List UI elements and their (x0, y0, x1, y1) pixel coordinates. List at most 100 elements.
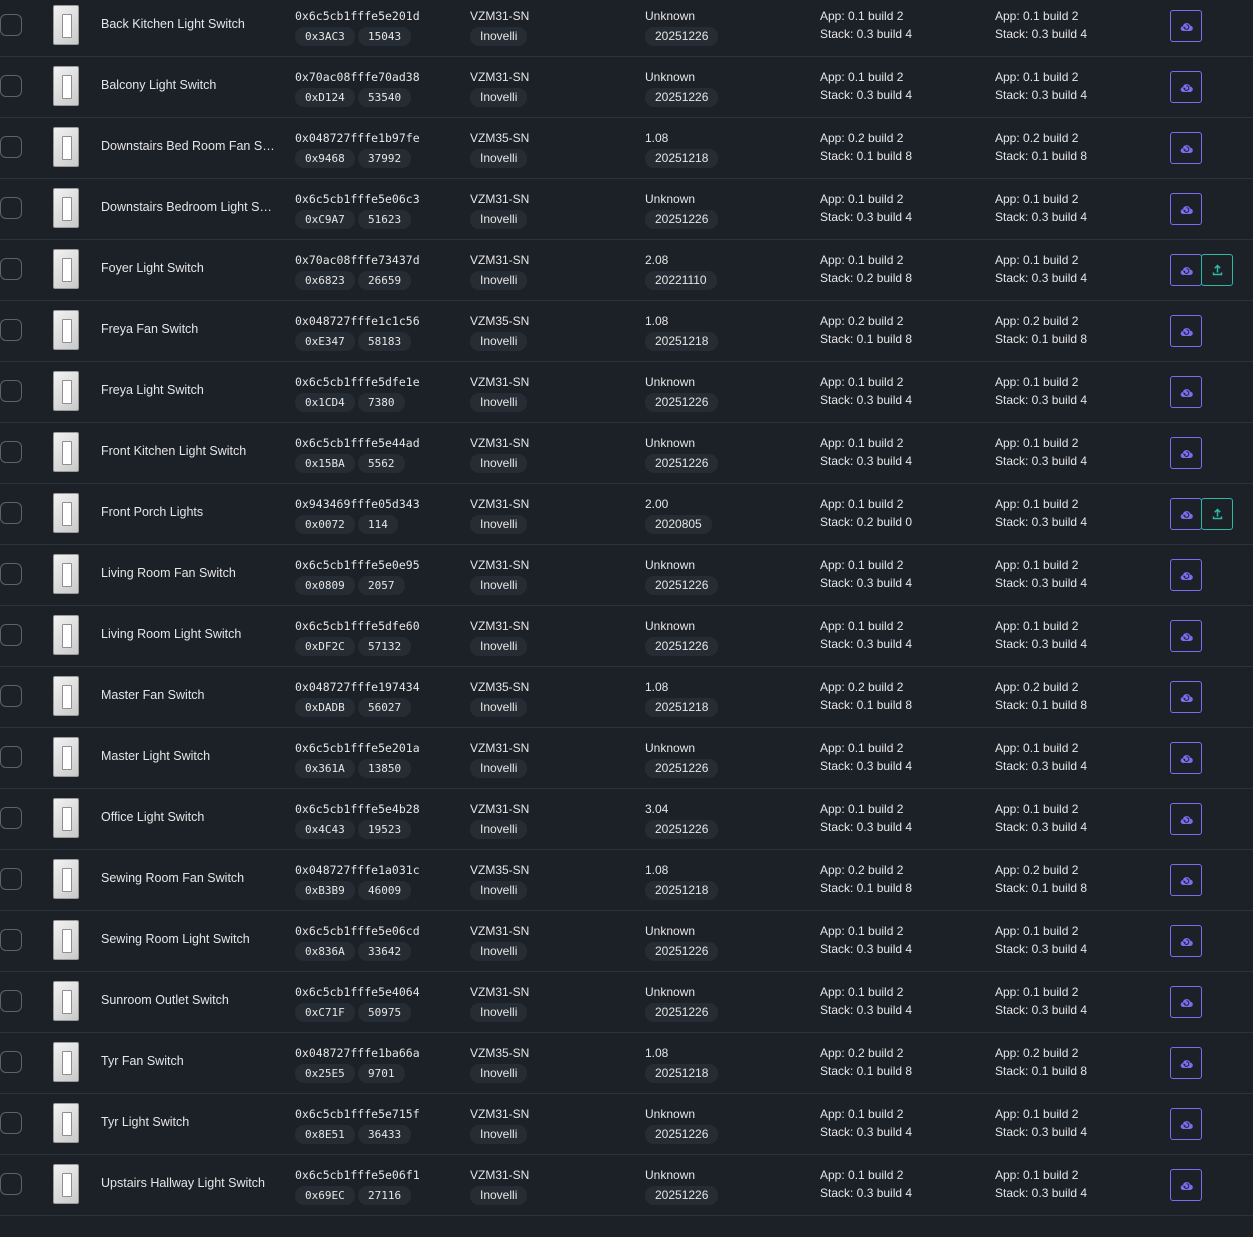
row-select-checkbox[interactable] (0, 197, 22, 219)
row-select-checkbox[interactable] (0, 136, 22, 158)
current-stack-version: Stack: 0.3 build 4 (820, 454, 913, 468)
network-address: 0xC9A7 (295, 210, 355, 229)
row-select-checkbox[interactable] (0, 75, 22, 97)
row-select-checkbox[interactable] (0, 1112, 22, 1134)
device-name[interactable]: Tyr Light Switch (101, 1115, 276, 1129)
row-select-checkbox[interactable] (0, 502, 22, 524)
ieee-address: 0x048727fffe1a031c (295, 863, 420, 877)
current-stack-version: Stack: 0.2 build 0 (820, 515, 913, 529)
check-update-button[interactable] (1170, 132, 1202, 164)
cloud-sync-icon (1180, 1059, 1193, 1068)
device-name[interactable]: Back Kitchen Light Switch (101, 17, 276, 31)
current-stack-version: Stack: 0.3 build 4 (820, 393, 913, 407)
check-update-button[interactable] (1170, 925, 1202, 957)
device-name[interactable]: Foyer Light Switch (101, 261, 276, 275)
firmware-version: 1.08 (645, 863, 669, 877)
light-switch-icon (53, 737, 79, 777)
device-name[interactable]: Freya Fan Switch (101, 322, 276, 336)
row-select-checkbox[interactable] (0, 624, 22, 646)
device-name[interactable]: Sunroom Outlet Switch (101, 993, 276, 1007)
row-select-checkbox[interactable] (0, 1173, 22, 1195)
light-switch-icon (53, 371, 79, 411)
ieee-address: 0x6c5cb1fffe5e44ad (295, 436, 420, 450)
device-name[interactable]: Office Light Switch (101, 810, 276, 824)
available-stack-version: Stack: 0.3 build 4 (995, 759, 1088, 773)
device-vendor: Inovelli (470, 1003, 528, 1022)
start-ota-button[interactable] (1201, 254, 1233, 286)
current-stack-version: Stack: 0.3 build 4 (820, 820, 913, 834)
row-select-checkbox[interactable] (0, 807, 22, 829)
firmware-version: Unknown (645, 375, 696, 389)
check-update-button[interactable] (1170, 864, 1202, 896)
network-address: 0xC71F (295, 1003, 355, 1022)
device-model: VZM31-SN (470, 1168, 530, 1182)
row-select-checkbox[interactable] (0, 258, 22, 280)
available-app-version: App: 0.1 build 2 (995, 1107, 1079, 1121)
device-name[interactable]: Living Room Light Switch (101, 627, 276, 641)
check-update-button[interactable] (1170, 1047, 1202, 1079)
device-vendor: Inovelli (470, 393, 528, 412)
device-name[interactable]: Front Porch Lights (101, 505, 276, 519)
row-select-checkbox[interactable] (0, 868, 22, 890)
check-update-button[interactable] (1170, 1169, 1202, 1201)
ieee-address: 0x70ac08fffe73437d (295, 253, 420, 267)
ieee-address: 0x6c5cb1fffe5e06cd (295, 924, 420, 938)
device-name[interactable]: Front Kitchen Light Switch (101, 444, 276, 458)
check-update-button[interactable] (1170, 437, 1202, 469)
check-update-button[interactable] (1170, 559, 1202, 591)
current-app-version: App: 0.2 build 2 (820, 863, 904, 877)
device-model: VZM31-SN (470, 9, 530, 23)
check-update-button[interactable] (1170, 681, 1202, 713)
device-name[interactable]: Freya Light Switch (101, 383, 276, 397)
network-id: 13850 (358, 759, 412, 778)
check-update-button[interactable] (1170, 803, 1202, 835)
current-app-version: App: 0.1 build 2 (820, 253, 904, 267)
current-app-version: App: 0.1 build 2 (820, 375, 904, 389)
device-name[interactable]: Master Fan Switch (101, 688, 276, 702)
network-address: 0x0809 (295, 576, 355, 595)
device-name[interactable]: Sewing Room Light Switch (101, 932, 276, 946)
start-ota-button[interactable] (1201, 498, 1233, 530)
available-stack-version: Stack: 0.3 build 4 (995, 515, 1088, 529)
check-update-button[interactable] (1170, 986, 1202, 1018)
row-select-checkbox[interactable] (0, 929, 22, 951)
device-name[interactable]: Living Room Fan Switch (101, 566, 276, 580)
device-name[interactable]: Downstairs Bed Room Fan Swi... (101, 139, 276, 153)
device-name[interactable]: Tyr Fan Switch (101, 1054, 276, 1068)
device-name[interactable]: Downstairs Bedroom Light Sw... (101, 200, 276, 214)
row-select-checkbox[interactable] (0, 746, 22, 768)
check-update-button[interactable] (1170, 1108, 1202, 1140)
row-select-checkbox[interactable] (0, 685, 22, 707)
network-id: 58183 (358, 332, 412, 351)
row-select-checkbox[interactable] (0, 1051, 22, 1073)
check-update-button[interactable] (1170, 620, 1202, 652)
check-update-button[interactable] (1170, 742, 1202, 774)
check-update-button[interactable] (1170, 315, 1202, 347)
available-stack-version: Stack: 0.3 build 4 (995, 454, 1088, 468)
check-update-button[interactable] (1170, 71, 1202, 103)
row-select-checkbox[interactable] (0, 990, 22, 1012)
current-app-version: App: 0.1 build 2 (820, 985, 904, 999)
device-name[interactable]: Balcony Light Switch (101, 78, 276, 92)
device-name[interactable]: Upstairs Hallway Light Switch (101, 1176, 276, 1190)
check-update-button[interactable] (1170, 498, 1202, 530)
firmware-date: 20251218 (645, 1064, 719, 1083)
firmware-version: 1.08 (645, 314, 669, 328)
row-select-checkbox[interactable] (0, 319, 22, 341)
current-app-version: App: 0.1 build 2 (820, 1168, 904, 1182)
row-select-checkbox[interactable] (0, 441, 22, 463)
row-select-checkbox[interactable] (0, 563, 22, 585)
table-row: Living Room Light Switch 0x6c5cb1fffe5df… (0, 606, 1253, 667)
check-update-button[interactable] (1170, 193, 1202, 225)
check-update-button[interactable] (1170, 254, 1202, 286)
device-name[interactable]: Sewing Room Fan Switch (101, 871, 276, 885)
check-update-button[interactable] (1170, 10, 1202, 42)
check-update-button[interactable] (1170, 376, 1202, 408)
current-app-version: App: 0.1 build 2 (820, 192, 904, 206)
current-stack-version: Stack: 0.1 build 8 (820, 1064, 913, 1078)
row-select-checkbox[interactable] (0, 14, 22, 36)
cloud-sync-icon (1180, 144, 1193, 153)
device-name[interactable]: Master Light Switch (101, 749, 276, 763)
current-stack-version: Stack: 0.1 build 8 (820, 149, 913, 163)
row-select-checkbox[interactable] (0, 380, 22, 402)
